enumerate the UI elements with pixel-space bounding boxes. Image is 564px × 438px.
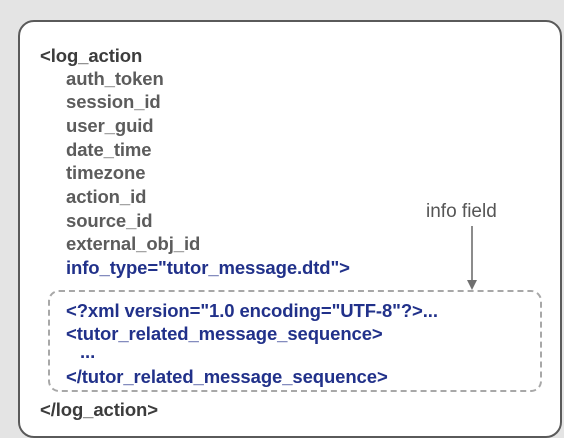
tutor-sequence-close-tag: </tutor_related_message_sequence>	[66, 366, 388, 387]
field-info-type: info_type="tutor_message.dtd">	[66, 257, 350, 278]
field-source-id: source_id	[66, 210, 153, 231]
log-action-close-tag: </log_action>	[40, 399, 158, 420]
ellipsis: ...	[80, 341, 96, 362]
field-action-id: action_id	[66, 186, 147, 207]
field-external-obj-id: external_obj_id	[66, 233, 201, 254]
field-session-id: session_id	[66, 91, 161, 112]
field-date-time: date_time	[66, 139, 152, 160]
field-timezone: timezone	[66, 162, 146, 183]
field-auth-token: auth_token	[66, 68, 164, 89]
page: { "lines": [ "<log_action", "auth_token"…	[0, 0, 564, 438]
field-user-guid: user_guid	[66, 115, 154, 136]
info-field-arrow-icon	[467, 226, 477, 290]
xml-declaration: <?xml version="1.0 encoding="UTF-8"?>...	[66, 300, 438, 321]
info-field-label: info field	[426, 201, 497, 222]
tutor-sequence-open-tag: <tutor_related_message_sequence>	[66, 323, 383, 344]
log-action-open-tag: <log_action	[40, 45, 143, 66]
